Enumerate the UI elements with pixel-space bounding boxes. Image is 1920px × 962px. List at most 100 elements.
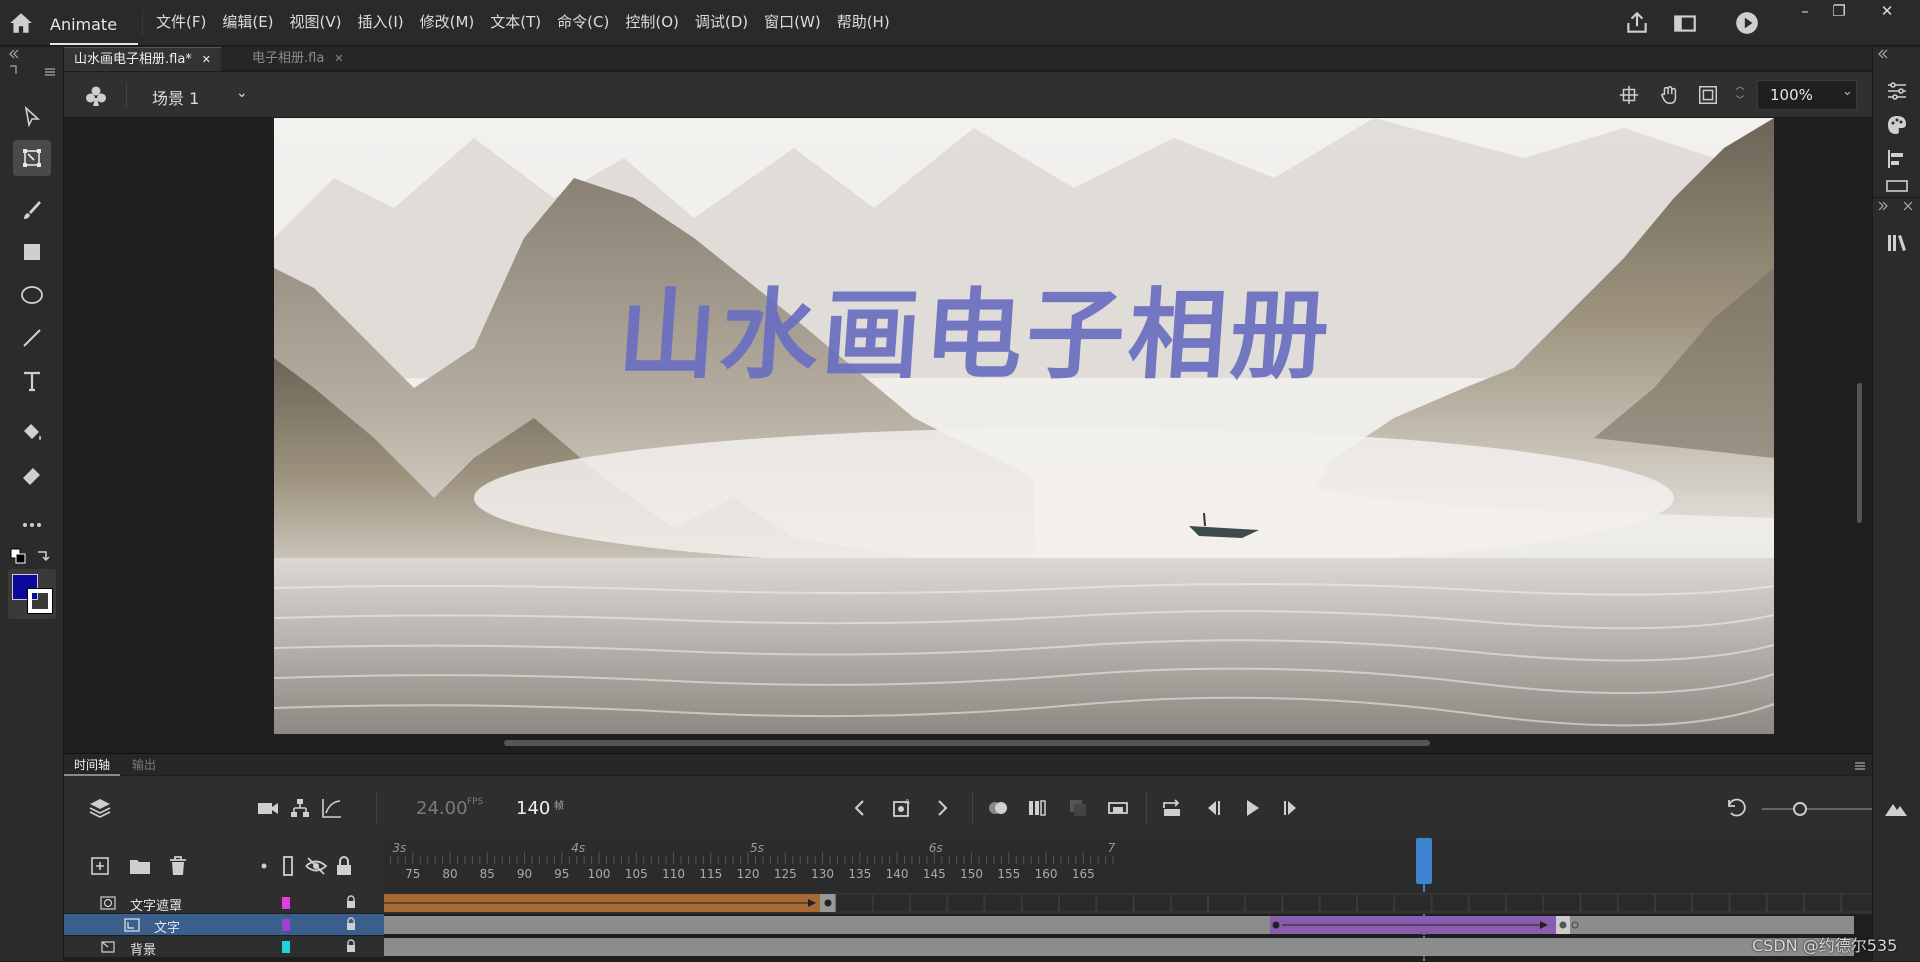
timeline-ruler[interactable] bbox=[384, 840, 1872, 892]
tab-close-icon[interactable]: ✕ bbox=[202, 53, 211, 66]
layer-row-text[interactable]: 文字 bbox=[64, 914, 384, 936]
insert-keyframe-icon[interactable]: A bbox=[890, 796, 914, 820]
highlight-layer-icon[interactable] bbox=[252, 854, 276, 878]
restore-button[interactable]: ❐ bbox=[1822, 0, 1856, 22]
text-tool[interactable] bbox=[13, 363, 51, 399]
show-hide-icon[interactable] bbox=[304, 854, 328, 878]
menu-item[interactable]: 调试(D) bbox=[687, 12, 756, 32]
layer-parenting-icon[interactable] bbox=[288, 796, 312, 820]
step-forward-icon[interactable] bbox=[1280, 796, 1304, 820]
menu-item[interactable]: 视图(V) bbox=[282, 12, 350, 32]
fps-value[interactable]: 24.00 bbox=[416, 798, 468, 819]
menu-item[interactable]: 帮助(H) bbox=[829, 12, 898, 32]
app-name[interactable]: Animate bbox=[50, 15, 117, 34]
more-tools[interactable] bbox=[13, 507, 51, 543]
frames-row-text[interactable] bbox=[384, 914, 1872, 936]
reset-zoom-icon[interactable] bbox=[1724, 796, 1748, 820]
paint-bucket-tool[interactable] bbox=[13, 415, 51, 451]
collapse-panel-icon[interactable] bbox=[8, 49, 20, 59]
hand-rotate-icon[interactable] bbox=[1658, 84, 1680, 106]
loop-icon[interactable] bbox=[1160, 796, 1184, 820]
timeline-menu-icon[interactable] bbox=[1854, 761, 1866, 771]
edit-multiple-frames-icon[interactable] bbox=[1066, 796, 1090, 820]
expand-group-icon[interactable] bbox=[1877, 201, 1889, 211]
color-palette-icon[interactable] bbox=[1885, 113, 1909, 137]
onion-outline-icon[interactable] bbox=[1026, 796, 1050, 820]
new-layer-icon[interactable] bbox=[88, 854, 112, 878]
stage-title-text[interactable]: 山水画电子相册 bbox=[614, 256, 1338, 398]
layer-color-swatch[interactable] bbox=[282, 897, 290, 909]
menu-item[interactable]: 命令(C) bbox=[549, 12, 617, 32]
transform-panel-icon[interactable] bbox=[1885, 179, 1909, 193]
onion-skin-icon[interactable] bbox=[986, 796, 1010, 820]
menu-item[interactable]: 修改(M) bbox=[412, 12, 483, 32]
next-keyframe-icon[interactable] bbox=[930, 796, 954, 820]
rectangle-tool[interactable] bbox=[13, 234, 51, 270]
expand-panel-icon[interactable] bbox=[1877, 49, 1889, 59]
brush-tool[interactable] bbox=[13, 192, 51, 228]
align-icon[interactable] bbox=[1885, 147, 1909, 171]
close-group-icon[interactable] bbox=[1903, 201, 1913, 211]
menu-item[interactable]: 控制(O) bbox=[617, 12, 687, 32]
camera-icon[interactable] bbox=[256, 796, 280, 820]
publish-icon[interactable] bbox=[1624, 10, 1650, 36]
menu-item[interactable]: 文本(T) bbox=[482, 12, 549, 32]
frame-span-icon[interactable] bbox=[1106, 796, 1130, 820]
menu-item[interactable]: 编辑(E) bbox=[214, 12, 281, 32]
new-folder-icon[interactable] bbox=[128, 854, 152, 878]
swap-colors-icon[interactable] bbox=[34, 548, 50, 564]
layer-row-background[interactable]: 背景 bbox=[64, 936, 384, 958]
step-back-icon[interactable] bbox=[1200, 796, 1224, 820]
zoom-spinner[interactable]: ︿ ﹀ bbox=[1733, 80, 1747, 110]
layer-name[interactable]: 文字遮罩 bbox=[130, 895, 182, 914]
line-tool[interactable] bbox=[13, 320, 51, 356]
scene-dropdown[interactable]: ⌄ bbox=[236, 85, 248, 101]
workspace-layout-icon[interactable] bbox=[1672, 10, 1698, 36]
menu-item[interactable]: 插入(I) bbox=[350, 12, 412, 32]
graph-editor-icon[interactable] bbox=[320, 796, 344, 820]
timeline-zoom-knob[interactable] bbox=[1793, 802, 1807, 816]
library-icon[interactable] bbox=[1885, 231, 1909, 255]
snap-center-icon[interactable] bbox=[1618, 84, 1640, 106]
lock-all-icon[interactable] bbox=[332, 854, 356, 878]
frames-row-text-mask[interactable] bbox=[384, 892, 1879, 914]
test-movie-icon[interactable] bbox=[1734, 10, 1760, 36]
lock-icon[interactable] bbox=[344, 917, 358, 931]
home-icon[interactable] bbox=[8, 10, 34, 36]
clip-stage-icon[interactable] bbox=[1697, 84, 1719, 106]
vertical-scrollbar[interactable] bbox=[1857, 383, 1862, 523]
tab-timeline[interactable]: 时间轴 bbox=[64, 754, 121, 776]
scene-name[interactable]: 场景 1 bbox=[152, 85, 199, 109]
close-button[interactable]: ✕ bbox=[1870, 0, 1904, 22]
tab-output[interactable]: 输出 bbox=[122, 754, 166, 776]
playhead[interactable] bbox=[1416, 838, 1432, 884]
layer-name[interactable]: 背景 bbox=[130, 939, 156, 958]
panel-grip-icon[interactable] bbox=[8, 64, 18, 76]
menu-item[interactable]: 文件(F) bbox=[148, 12, 214, 32]
lock-icon[interactable] bbox=[344, 895, 358, 909]
panel-menu-icon[interactable] bbox=[44, 67, 56, 77]
menu-item[interactable]: 窗口(W) bbox=[756, 12, 829, 32]
eraser-tool[interactable] bbox=[13, 457, 51, 493]
timeline-zoom-slider[interactable] bbox=[1762, 808, 1872, 810]
default-colors-icon[interactable] bbox=[10, 548, 26, 564]
lock-icon[interactable] bbox=[344, 939, 358, 953]
tab-close-icon[interactable]: ✕ bbox=[334, 52, 343, 65]
oval-tool[interactable] bbox=[13, 277, 51, 313]
layer-color-swatch[interactable] bbox=[282, 919, 290, 931]
layer-color-swatch[interactable] bbox=[282, 941, 290, 953]
current-frame-value[interactable]: 140 bbox=[516, 798, 550, 819]
outline-layer-icon[interactable] bbox=[276, 854, 300, 878]
tab-shanshuihua[interactable]: 山水画电子相册.fla* ✕ bbox=[64, 47, 222, 71]
delete-layer-icon[interactable] bbox=[166, 854, 190, 878]
zoom-dropdown[interactable]: ⌄ bbox=[1842, 84, 1853, 99]
frames-row-background[interactable] bbox=[384, 936, 1872, 958]
minimize-button[interactable]: – bbox=[1788, 0, 1822, 22]
properties-icon[interactable] bbox=[1885, 79, 1909, 103]
layer-name[interactable]: 文字 bbox=[154, 917, 180, 936]
horizontal-scrollbar[interactable] bbox=[504, 740, 1430, 746]
stroke-color-swatch[interactable] bbox=[27, 588, 53, 614]
stage-canvas[interactable]: 山水画电子相册 bbox=[274, 118, 1774, 734]
play-icon[interactable] bbox=[1240, 796, 1264, 820]
selection-tool[interactable] bbox=[13, 99, 51, 135]
